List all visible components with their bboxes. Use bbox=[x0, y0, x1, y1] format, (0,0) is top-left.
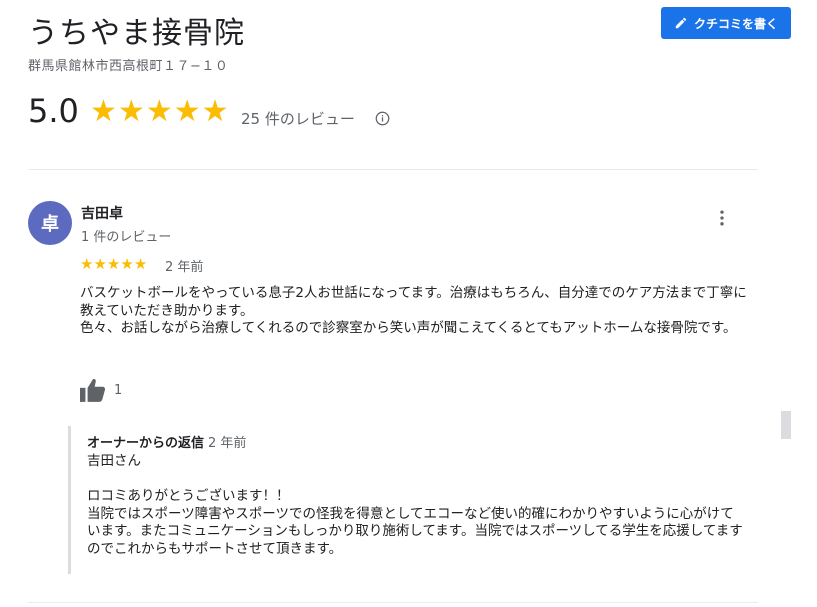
write-review-label: クチコミを書く bbox=[693, 16, 778, 31]
review-text-line: バスケットボールをやっている息子2人お世話になってます。治療はもちろん、自分達で… bbox=[80, 285, 747, 319]
review-text: バスケットボールをやっている息子2人お世話になってます。治療はもちろん、自分達で… bbox=[80, 285, 760, 338]
owner-reply-label: オーナーからの返信 bbox=[87, 436, 205, 451]
review-text-line: 色々、お話しながら治療してくれるので診察室から笑い声が聞こえてくるとてもアットホ… bbox=[80, 320, 737, 336]
owner-reply-header: オーナーからの返信 2 年前 bbox=[87, 432, 246, 451]
like-count: 1 bbox=[114, 383, 123, 398]
owner-reply-line bbox=[87, 471, 747, 489]
owner-reply: オーナーからの返信 2 年前 吉田さん ロコミありがとうございます！！ 当院ではス… bbox=[68, 426, 761, 574]
reviewer-name[interactable]: 吉田卓 bbox=[81, 203, 123, 223]
reviewer-review-count: 1 件のレビュー bbox=[81, 230, 172, 245]
pencil-icon bbox=[675, 17, 687, 29]
owner-reply-body: 吉田さん ロコミありがとうございます！！ 当院ではスポーツ障害やスポーツでの怪我… bbox=[87, 453, 747, 558]
owner-reply-line: 当院ではスポーツ障害やスポーツでの怪我を得意としてエコーなど使い的確にわかりやす… bbox=[87, 505, 743, 557]
review-time: 2 年前 bbox=[165, 260, 204, 275]
write-review-button[interactable]: クチコミを書く bbox=[661, 7, 791, 39]
total-review-count[interactable]: 25 件のレビュー bbox=[241, 108, 355, 129]
scrollbar-thumb[interactable] bbox=[781, 411, 791, 439]
star-icon: ★ bbox=[201, 94, 229, 129]
star-icon: ★ bbox=[133, 255, 148, 273]
section-divider bbox=[28, 602, 758, 603]
star-icon: ★ bbox=[117, 94, 145, 129]
avatar-letter: 卓 bbox=[41, 214, 59, 235]
avatar[interactable]: 卓 bbox=[28, 201, 72, 245]
place-title: うちやま接骨院 bbox=[28, 16, 245, 51]
star-icon: ★ bbox=[90, 94, 117, 129]
average-stars: ★ ★ ★ ★ ★ bbox=[90, 97, 230, 127]
owner-reply-time: 2 年前 bbox=[208, 436, 247, 451]
section-divider bbox=[28, 169, 758, 170]
star-icon: ★ bbox=[173, 94, 201, 129]
review-stars: ★ ★ ★ ★ ★ bbox=[80, 257, 147, 272]
average-rating: 5.0 bbox=[28, 92, 79, 130]
place-address: 群馬県館林市西高根町１７−１０ bbox=[28, 59, 229, 74]
info-icon[interactable] bbox=[375, 111, 390, 126]
star-icon: ★ bbox=[145, 94, 173, 129]
star-icon: ★ bbox=[93, 255, 107, 273]
star-icon: ★ bbox=[80, 255, 94, 273]
star-icon: ★ bbox=[120, 255, 134, 273]
owner-reply-line: ロコミありがとうございます！！ bbox=[87, 488, 290, 504]
more-vert-icon[interactable] bbox=[712, 208, 732, 228]
thumb-up-icon[interactable] bbox=[80, 378, 106, 402]
star-icon: ★ bbox=[106, 255, 121, 273]
owner-reply-line: 吉田さん bbox=[87, 453, 141, 469]
